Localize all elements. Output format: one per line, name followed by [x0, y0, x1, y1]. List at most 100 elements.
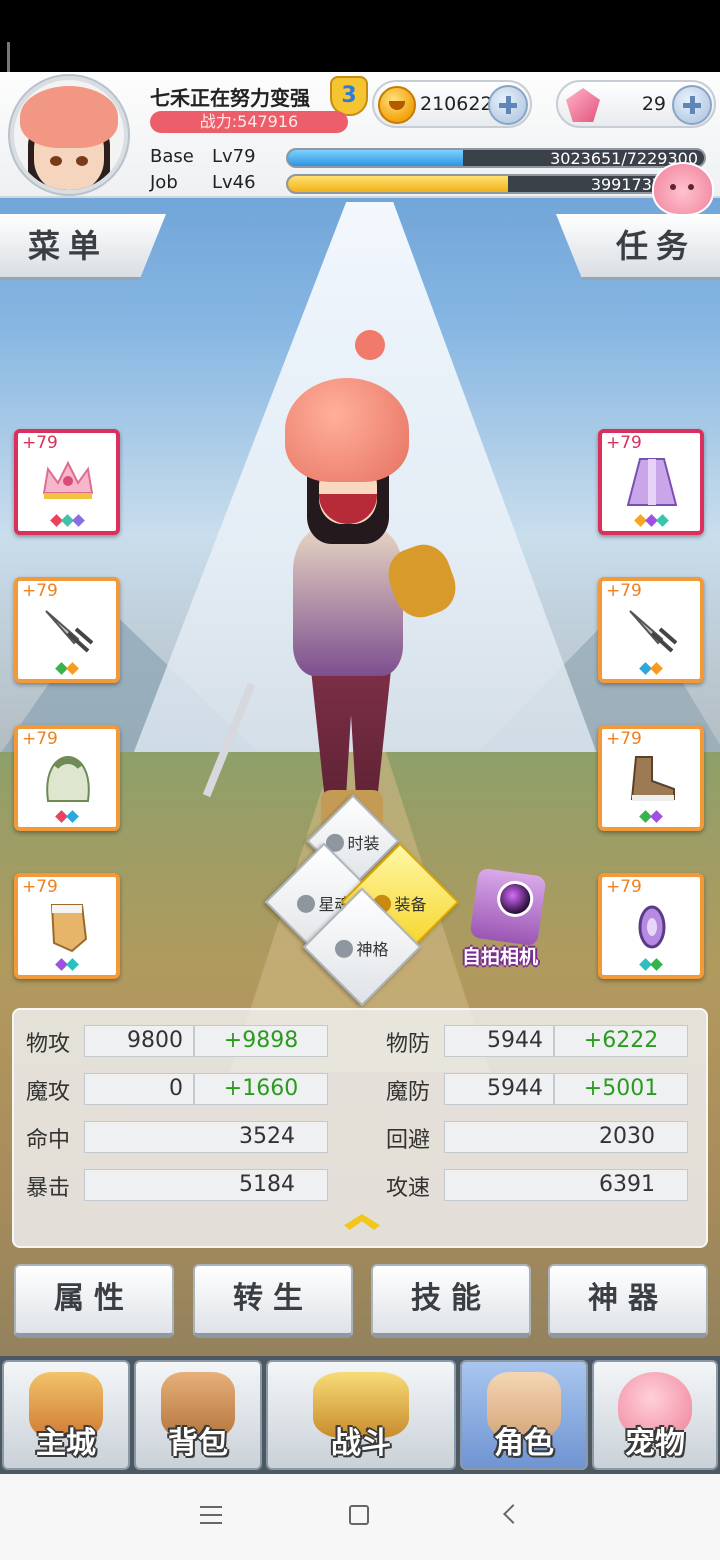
slot-level: +79: [22, 581, 58, 601]
equip-slot-accessory[interactable]: +79: [598, 873, 704, 979]
avatar[interactable]: [10, 76, 128, 194]
selfie-camera-label: 自拍相机: [462, 946, 539, 968]
character-hat: [285, 378, 409, 482]
add-gem-button[interactable]: [672, 85, 712, 125]
artifact-button[interactable]: 神器: [548, 1264, 708, 1338]
selfie-camera-button[interactable]: 自拍相机: [462, 867, 556, 972]
costume-label: 时装: [347, 833, 380, 853]
katar-icon: [45, 610, 94, 653]
avatar-eye: [76, 156, 88, 166]
stat-label-def: 物防: [386, 1032, 431, 1057]
stat-atk-bonus: +9898: [194, 1025, 328, 1057]
nav-battle[interactable]: 战斗: [266, 1360, 456, 1470]
base-label: Base: [150, 146, 194, 167]
equip-slot-armor[interactable]: +79: [598, 429, 704, 535]
job-exp-bar: 3991737/753: [286, 174, 706, 194]
slot-level: +79: [22, 433, 58, 453]
nav-pet-label: 宠物: [625, 1426, 685, 1461]
star-soul-icon: [297, 894, 316, 913]
attributes-button[interactable]: 属性: [14, 1264, 174, 1338]
slot-level: +79: [606, 877, 642, 897]
gem: [655, 514, 669, 527]
menu-button[interactable]: 菜单: [0, 214, 166, 280]
stat-label-matk: 魔攻: [26, 1080, 71, 1105]
nav-backpack[interactable]: 背包: [134, 1360, 262, 1470]
stat-label-mdef: 魔防: [386, 1080, 431, 1105]
gem: [66, 810, 79, 823]
job-label: Job: [150, 172, 178, 193]
player-name: 七禾正在努力变强: [150, 86, 310, 110]
home-icon[interactable]: [349, 1505, 369, 1525]
stat-label-atk: 物攻: [26, 1032, 71, 1057]
gem-sockets: [602, 662, 700, 675]
gold-currency: 210622: [372, 80, 532, 128]
stat-flee-value: 2030: [444, 1121, 688, 1153]
equip-slot-headgear[interactable]: +79: [14, 429, 120, 535]
slot-level: +79: [606, 729, 642, 749]
nav-character-label: 角色: [494, 1426, 554, 1461]
slot-level: +79: [606, 433, 642, 453]
gem-currency: 29: [556, 80, 716, 128]
nav-main-city[interactable]: 主城: [2, 1360, 130, 1470]
skills-button[interactable]: 技能: [371, 1264, 531, 1338]
camera-lens: [494, 878, 536, 920]
rebirth-button[interactable]: 转生: [193, 1264, 353, 1338]
job-exp-fill: [288, 176, 509, 192]
task-button[interactable]: 任务: [556, 214, 720, 280]
equip-slot-weapon[interactable]: +79: [14, 577, 120, 683]
equip-slot-offhand[interactable]: +79: [598, 577, 704, 683]
base-exp-bar: 3023651/7229300: [286, 148, 706, 168]
camera-icon: [469, 867, 547, 947]
nav-main-city-label: 主城: [36, 1426, 96, 1461]
stat-label-hit: 命中: [26, 1128, 71, 1153]
nav-backpack-label: 背包: [168, 1426, 228, 1461]
gem-icon: [566, 88, 600, 122]
system-navigation-bar: [0, 1474, 720, 1560]
slot-level: +79: [22, 729, 58, 749]
stat-matk-base: 0: [84, 1073, 194, 1105]
recents-icon[interactable]: [200, 1506, 222, 1524]
stat-def-bonus: +6222: [554, 1025, 688, 1057]
poring-icon[interactable]: [652, 162, 714, 216]
gem-sockets: [18, 810, 116, 823]
gem: [650, 958, 663, 971]
gem: [650, 810, 663, 823]
avatar-eye: [50, 156, 62, 166]
add-gold-button[interactable]: [488, 85, 528, 125]
equip-slot-shoes[interactable]: +79: [598, 725, 704, 831]
divinity-label: 神格: [356, 939, 389, 959]
gem-sockets: [602, 958, 700, 971]
stat-atk-base: 9800: [84, 1025, 194, 1057]
stat-mdef-bonus: +5001: [554, 1073, 688, 1105]
slot-level: +79: [606, 581, 642, 601]
nav-character[interactable]: 角色: [460, 1360, 588, 1470]
gem-sockets: [18, 958, 116, 971]
equip-slot-gloves[interactable]: +79: [14, 873, 120, 979]
nav-pet[interactable]: 宠物: [592, 1360, 718, 1470]
combat-power: 战力:547916: [150, 111, 348, 133]
gem: [650, 662, 663, 675]
stat-crit-value: 5184: [84, 1169, 328, 1201]
gem-amount: 29: [641, 93, 666, 115]
divinity-icon: [335, 939, 354, 958]
equip-slot-garment[interactable]: +79: [14, 725, 120, 831]
vip-badge[interactable]: 3: [330, 76, 368, 116]
robe-icon: [626, 458, 678, 506]
stat-aspd-value: 6391: [444, 1169, 688, 1201]
stat-matk-bonus: +1660: [194, 1073, 328, 1105]
gem-sockets: [602, 514, 700, 527]
stat-label-aspd: 攻速: [386, 1176, 431, 1201]
gold-amount: 210622: [420, 93, 493, 115]
chevron-up-icon[interactable]: [340, 1208, 386, 1234]
boots-icon: [630, 756, 675, 801]
avatar-hat: [20, 86, 118, 148]
katar-icon: [629, 610, 678, 653]
gem-sockets: [18, 662, 116, 675]
stat-hit-value: 3524: [84, 1121, 328, 1153]
gem: [66, 662, 79, 675]
nav-battle-label: 战斗: [331, 1426, 391, 1461]
stat-def-base: 5944: [444, 1025, 554, 1057]
player-character[interactable]: [202, 330, 475, 870]
back-icon[interactable]: [503, 1504, 523, 1524]
stat-label-crit: 暴击: [26, 1176, 71, 1201]
